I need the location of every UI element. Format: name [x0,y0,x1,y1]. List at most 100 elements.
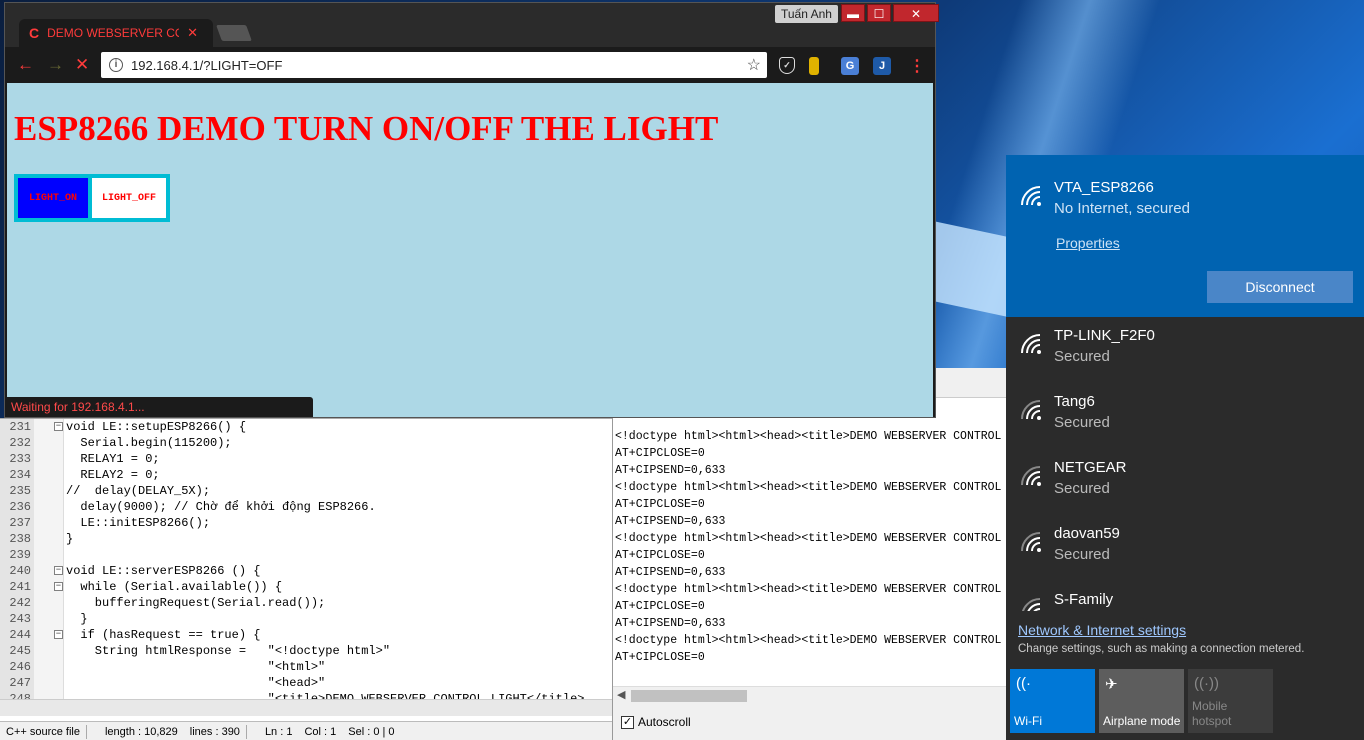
tab-title: DEMO WEBSERVER CON [47,26,180,40]
code-line[interactable]: 236 delay(9000); // Chờ để khởi động ESP… [0,499,612,515]
code-line[interactable]: 231 − void LE::setupESP8266() { [0,419,612,435]
wifi-network-item[interactable]: TP-LINK_F2F0 Secured [1006,317,1364,383]
new-tab-button[interactable] [216,25,252,41]
quick-action-airplane[interactable]: ✈ Airplane mode [1099,669,1184,733]
code-line[interactable]: 247 "<head>" [0,675,612,691]
code-line[interactable]: 238} [0,531,612,547]
serial-log-line: <!doctype html><html><head><title>DEMO W… [615,634,1002,647]
page-heading: ESP8266 DEMO TURN ON/OFF THE LIGHT [14,109,719,148]
light-off-button[interactable]: LIGHT_OFF [92,178,166,218]
serial-log-line: <!doctype html><html><head><title>DEMO W… [615,583,1002,596]
connected-network[interactable]: VTA_ESP8266 No Internet, secured [1006,155,1364,221]
disconnect-button[interactable]: Disconnect [1207,271,1353,303]
serial-log-line: <!doctype html><html><head><title>DEMO W… [615,430,1002,443]
wifi-network-item[interactable]: Tang6 Secured [1006,383,1364,449]
code-line[interactable]: 241 − while (Serial.available()) { [0,579,612,595]
browser-tab[interactable]: C DEMO WEBSERVER CON ✕ [19,19,213,47]
profile-name-button[interactable]: Tuấn Anh [775,5,838,23]
fold-toggle-icon[interactable]: − [54,582,63,591]
tab-close-icon[interactable]: ✕ [187,25,198,41]
editor-horizontal-scrollbar[interactable] [0,699,612,716]
translate-extension-icon[interactable]: G [841,57,859,75]
editor-status-bar: C++ source file length : 10,829 lines : … [0,721,612,740]
wifi-signal-icon [1022,598,1041,611]
status-separator [85,724,99,739]
fold-margin [34,451,64,467]
code-text: bufferingRequest(Serial.read()); [66,596,326,610]
code-line[interactable]: 233 RELAY1 = 0; [0,451,612,467]
serial-horizontal-scrollbar[interactable]: ◀ [613,686,1007,704]
network-name: TP-LINK_F2F0 [1054,327,1155,344]
code-text: // delay(DELAY_5X); [66,484,211,498]
code-line[interactable]: 240 − void LE::serverESP8266 () { [0,563,612,579]
window-close-button[interactable]: ✕ [893,4,939,22]
quick-actions: ((· Wi-Fi ✈ Airplane mode ((·)) Mobile hotspo… [1010,669,1273,733]
code-line[interactable]: 246 "<html>" [0,659,612,675]
bookmark-star-icon[interactable]: ☆ [747,55,761,75]
fold-toggle-icon[interactable]: − [54,422,63,431]
code-line[interactable]: 245 String htmlResponse = "<!doctype htm… [0,643,612,659]
serial-log-line: AT+CIPCLOSE=0 [615,447,705,460]
serial-output-log[interactable]: <!doctype html><html><head><title>DEMO W… [613,428,1007,686]
code-line[interactable]: 239 [0,547,612,563]
site-info-icon[interactable]: i [109,58,123,72]
network-status: Secured [1054,546,1110,563]
code-line[interactable]: 235 // delay(DELAY_5X); [0,483,612,499]
code-line[interactable]: 243 } [0,611,612,627]
forward-arrow-icon[interactable]: → [47,55,64,75]
network-status: Secured [1054,414,1110,431]
network-settings-link[interactable]: Network & Internet settings [1018,622,1186,638]
quick-action-wifi[interactable]: ((· Wi-Fi [1010,669,1095,733]
j-extension-icon[interactable]: J [873,57,891,75]
code-text: "<html>" [66,660,326,674]
fold-margin [34,611,64,627]
wifi-network-item[interactable]: S-Family [1006,581,1364,611]
shield-extension-icon[interactable]: ✓ [779,57,795,74]
code-text: Serial.begin(115200); [66,436,232,450]
code-line[interactable]: 234 RELAY2 = 0; [0,467,612,483]
properties-link[interactable]: Properties [1056,235,1120,251]
code-text: RELAY2 = 0; [66,468,160,482]
minimize-button[interactable]: ▬ [841,4,865,22]
connected-network-panel[interactable]: VTA_ESP8266 No Internet, secured Propert… [1006,155,1364,317]
chrome-favicon-icon: C [29,25,40,41]
fold-margin [34,483,64,499]
back-arrow-icon[interactable]: ← [17,55,34,75]
status-col: Col : 1 [304,725,337,738]
code-line[interactable]: 244 − if (hasRequest == true) { [0,627,612,643]
address-bar[interactable]: i 192.168.4.1/?LIGHT=OFF ☆ [101,52,767,78]
line-number: 235 [0,483,34,499]
wifi-network-item[interactable]: daovan59 Secured [1006,515,1364,581]
serial-footer: ✓ Autoscroll [613,704,1007,740]
fold-margin [34,467,64,483]
fold-toggle-icon[interactable]: − [54,566,63,575]
code-line[interactable]: 237 LE::initESP8266(); [0,515,612,531]
fold-margin [34,643,64,659]
browser-toolbar: ← → ✕ i 192.168.4.1/?LIGHT=OFF ☆ ✓ G J ⋮ [5,47,935,83]
airplane-icon: ✈ [1105,676,1118,693]
code-text: String htmlResponse = "<!doctype html>" [66,644,391,658]
code-line[interactable]: 232 Serial.begin(115200); [0,435,612,451]
code-line[interactable]: 242 bufferingRequest(Serial.read()); [0,595,612,611]
fold-toggle-icon[interactable]: − [54,630,63,639]
wifi-signal-icon [1021,400,1041,420]
serial-log-line: <!doctype html><html><head><title>DEMO W… [615,532,1002,545]
code-line[interactable]: 248 "<title>DEMO WEBSERVER CONTROL LIGHT… [0,691,612,699]
status-file-type: C++ source file [6,725,80,738]
code-area[interactable]: 231− void LE::setupESP8266() {232 Serial.… [0,419,612,699]
code-text: "<head>" [66,676,326,690]
notes-extension-icon[interactable] [809,57,819,75]
maximize-button[interactable]: ☐ [867,4,891,22]
network-name: daovan59 [1054,525,1120,542]
scroll-left-icon[interactable]: ◀ [617,688,625,701]
serial-log-line: AT+CIPCLOSE=0 [615,549,705,562]
stop-loading-icon[interactable]: ✕ [75,55,89,75]
code-text: LE::initESP8266(); [66,516,211,530]
wifi-signal-icon [1021,334,1041,354]
browser-window: C DEMO WEBSERVER CON ✕ Tuấn Anh ▬ ☐ ✕ ← … [4,2,939,418]
wifi-network-item[interactable]: NETGEAR Secured [1006,449,1364,515]
autoscroll-checkbox[interactable]: ✓ [621,715,634,729]
light-on-button[interactable]: LIGHT_ON [18,178,88,218]
scrollbar-thumb[interactable] [631,690,747,702]
menu-kebab-icon[interactable]: ⋮ [909,56,925,76]
